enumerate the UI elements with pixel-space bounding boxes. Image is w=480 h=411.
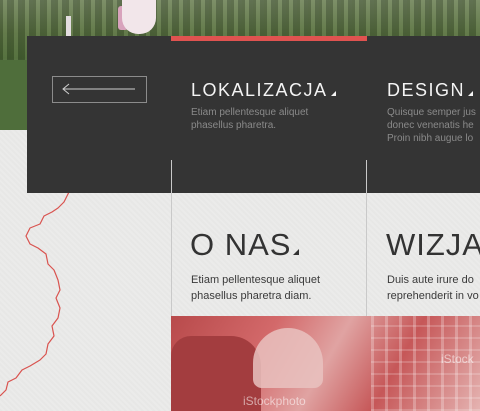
nav-item-description: Etiam pellentesque aliquet phasellus pha… xyxy=(191,107,309,131)
nav-item-label: DESIGN xyxy=(387,80,466,100)
nav-item-design[interactable]: DESIGN xyxy=(387,80,474,101)
column-divider xyxy=(366,160,367,316)
section-description: Duis aute irure do reprehenderit in vo xyxy=(387,274,479,302)
section-description: Etiam pellentesque aliquet phasellus pha… xyxy=(191,274,321,302)
lamp-post xyxy=(66,16,71,36)
pedestrian xyxy=(122,0,156,34)
active-indicator xyxy=(171,36,367,41)
back-button[interactable] xyxy=(52,76,147,103)
nav-item-label: LOKALIZACJA xyxy=(191,80,328,100)
triangle-corner-icon xyxy=(293,249,300,255)
watermark: iStockphoto xyxy=(243,394,306,408)
triangle-corner-icon xyxy=(468,91,474,96)
watermark: iStock xyxy=(441,352,474,366)
bush xyxy=(0,60,30,130)
triangle-corner-icon xyxy=(330,91,336,96)
map-border-outline xyxy=(0,190,71,397)
section-title-o-nas[interactable]: O NAS xyxy=(190,227,300,263)
column-divider xyxy=(171,160,172,316)
section-title-wizja[interactable]: WIZJA xyxy=(386,227,480,263)
construction-photo: iStockphoto iStock xyxy=(171,316,480,411)
arrow-left-icon xyxy=(62,83,135,95)
nav-item-lokalizacja[interactable]: LOKALIZACJA xyxy=(191,80,336,101)
nav-item-description: Quisque semper jus donec venenatis he Pr… xyxy=(387,107,476,144)
